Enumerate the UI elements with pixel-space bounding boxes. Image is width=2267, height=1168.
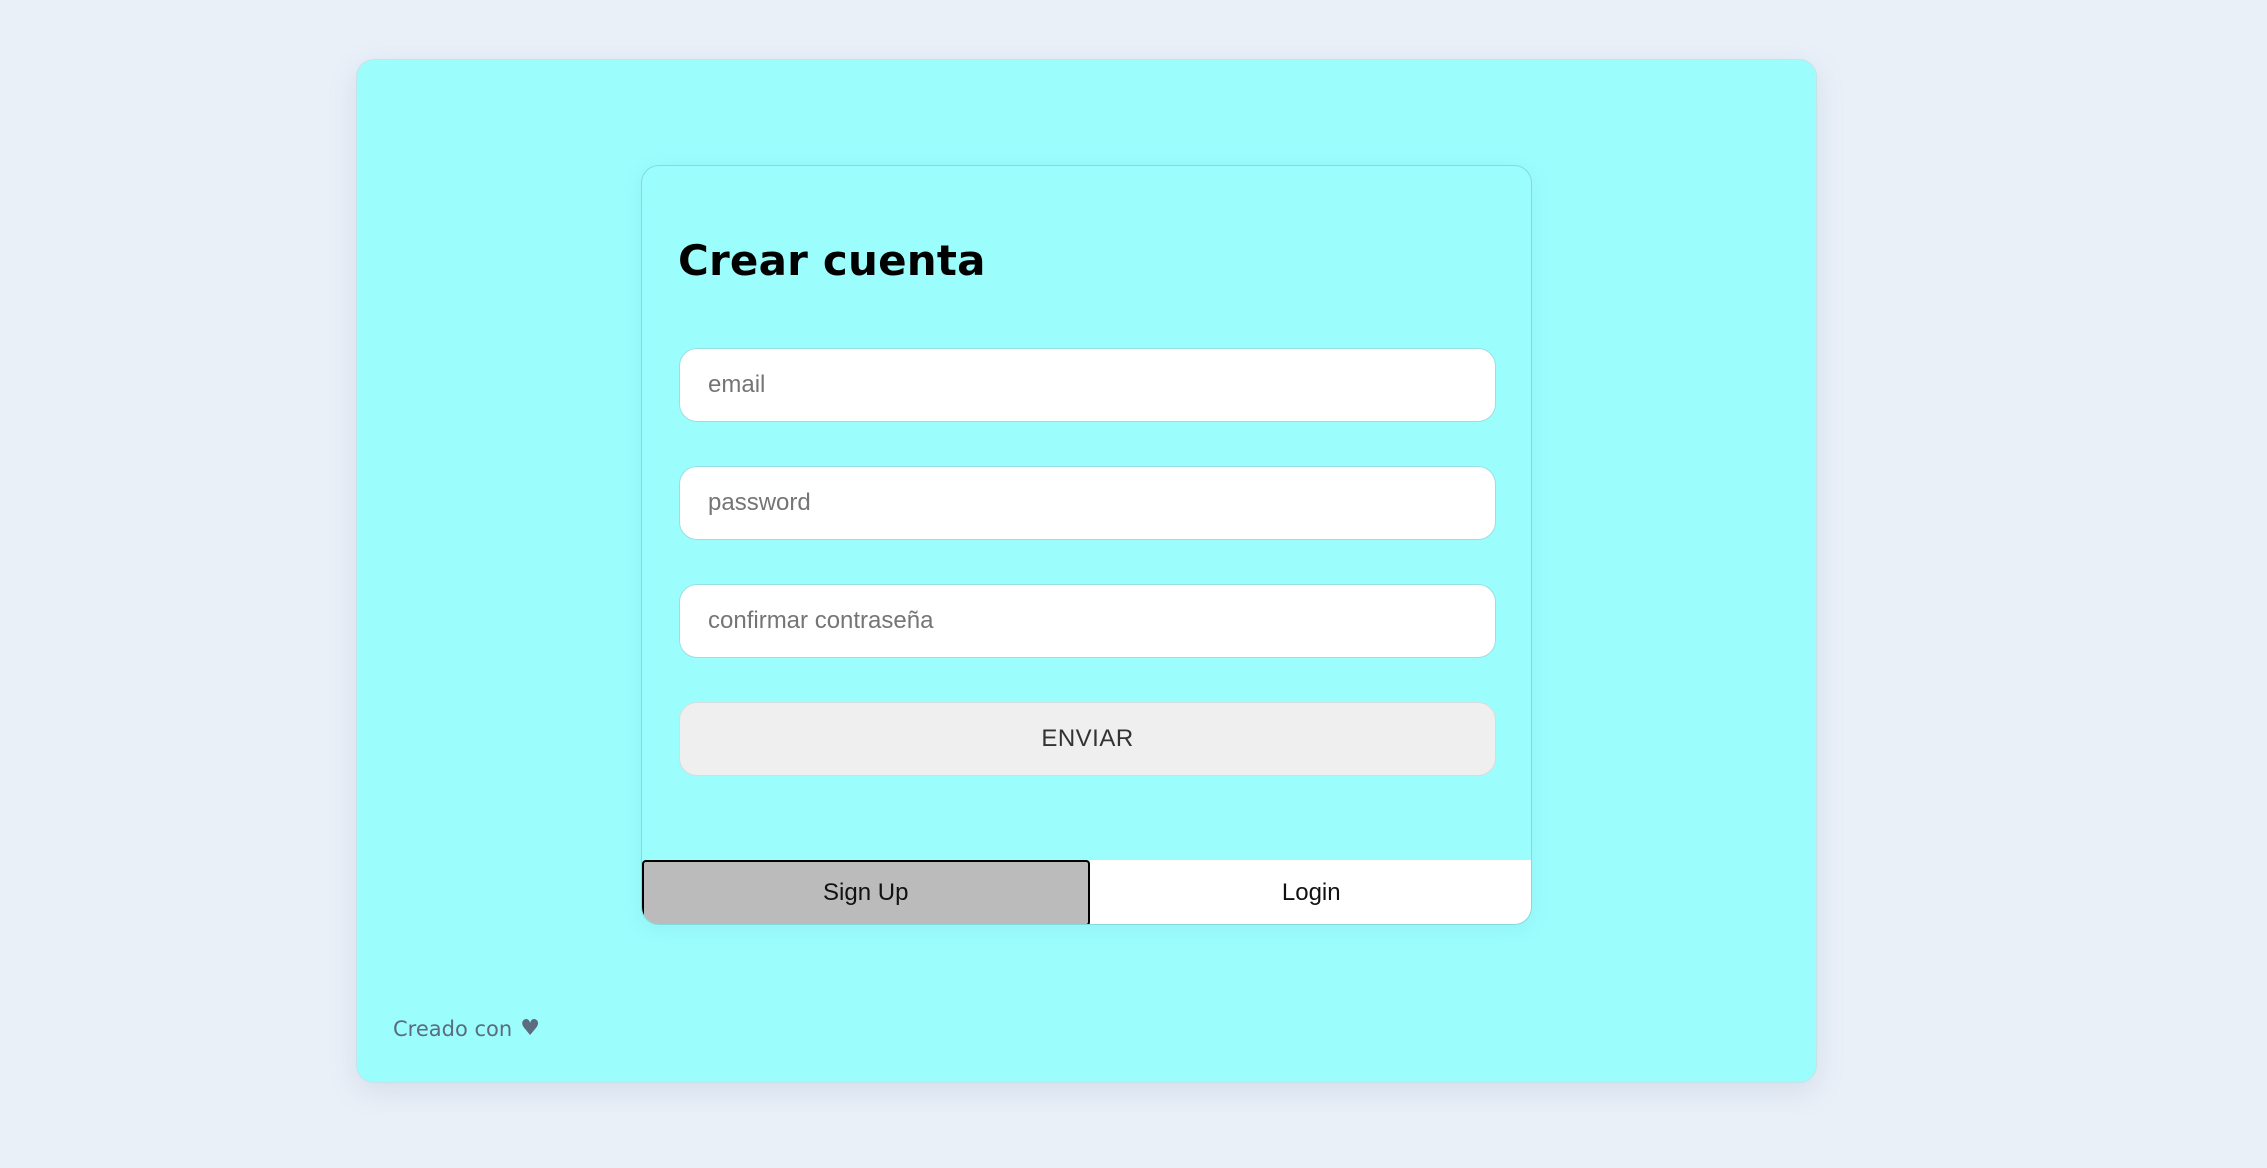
- signup-card: Crear cuenta ENVIAR Sign Up Login: [641, 165, 1532, 925]
- page-title: Crear cuenta: [678, 236, 986, 285]
- tab-login[interactable]: Login: [1089, 860, 1531, 924]
- password-input[interactable]: [679, 466, 1496, 540]
- email-input[interactable]: [679, 348, 1496, 422]
- submit-button[interactable]: ENVIAR: [679, 702, 1496, 776]
- footer-text: Creado con: [393, 1017, 513, 1041]
- app-container: Crear cuenta ENVIAR Sign Up Login Creado…: [356, 59, 1817, 1083]
- auth-tabs: Sign Up Login: [642, 860, 1531, 924]
- heart-icon: ♥: [520, 1016, 540, 1041]
- confirm-password-input[interactable]: [679, 584, 1496, 658]
- footer: Creado con ♥: [393, 1017, 540, 1041]
- tab-signup[interactable]: Sign Up: [642, 860, 1090, 924]
